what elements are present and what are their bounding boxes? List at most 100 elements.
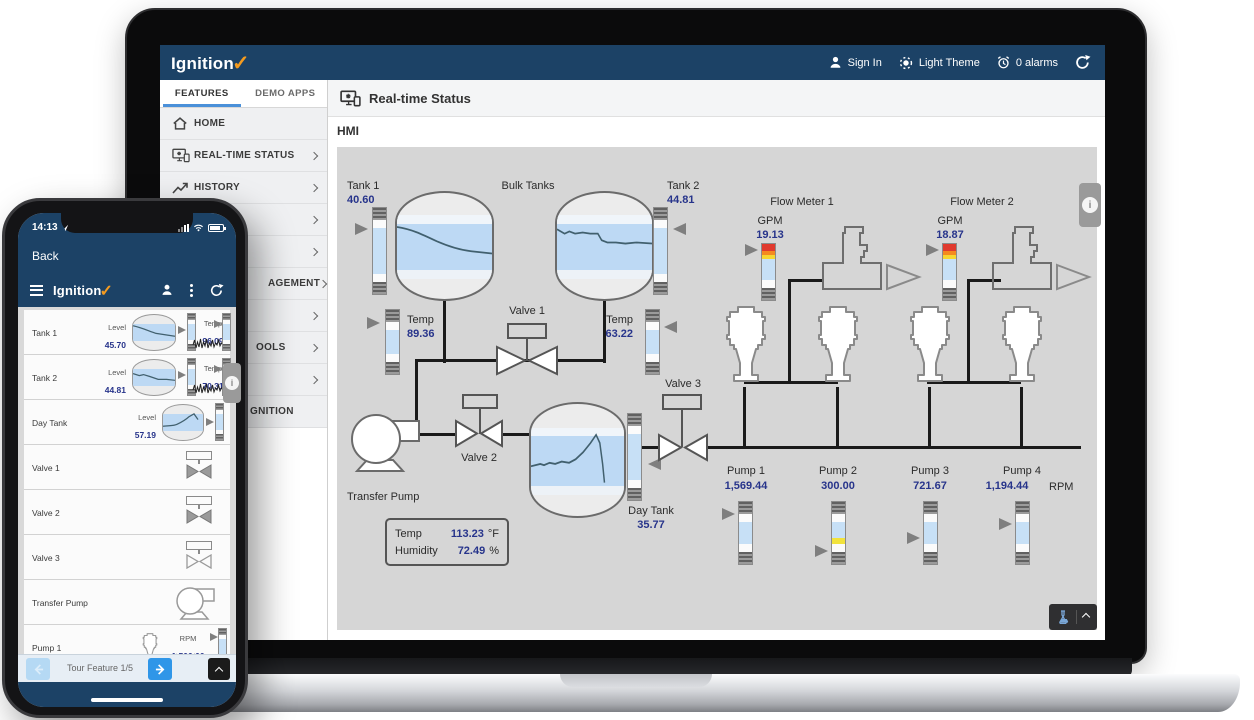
flow-meter2-unit: GPM <box>925 215 975 227</box>
theme-toggle[interactable]: Light Theme <box>898 55 980 71</box>
divider <box>1076 610 1077 624</box>
tour-prev-button[interactable] <box>26 658 50 680</box>
chevron-up-icon <box>1081 613 1089 621</box>
info-tab[interactable]: i <box>1079 183 1101 227</box>
chevron-right-icon <box>310 375 318 383</box>
row-name: Valve 3 <box>32 553 60 563</box>
valve-icon <box>179 541 219 569</box>
flow-meter1-label: Flow Meter 1 <box>757 196 847 208</box>
bottom-toolbar[interactable] <box>1049 604 1097 630</box>
valve3-icon <box>657 433 709 462</box>
stage: Ignition✓ Sign In Light Theme 0 alarms <box>0 0 1254 720</box>
sidebar-item-label: AGEMENT <box>268 278 320 289</box>
pump1-icon <box>718 305 774 389</box>
mini-tank-icon <box>132 314 176 351</box>
page-header: Real-time Status <box>328 80 1105 117</box>
flow-meter1-pointer <box>745 244 758 256</box>
valve1-label: Valve 1 <box>503 305 551 317</box>
tank1-value: 40.60 <box>347 194 375 206</box>
pump1-label: Pump 1 <box>714 465 778 477</box>
tank1-level-gauge <box>372 207 387 295</box>
tab-features[interactable]: FEATURES <box>160 80 244 107</box>
valve2-label: Valve 2 <box>451 452 507 464</box>
pipe <box>1020 387 1023 449</box>
back-button[interactable]: Back <box>32 249 59 263</box>
day-tank-value: 35.77 <box>620 519 682 531</box>
pump4-gauge <box>1015 501 1030 565</box>
temp2-label: Temp <box>577 314 633 326</box>
pipe <box>928 387 931 449</box>
day-tank-trend <box>531 429 624 487</box>
env-temp-value: 113.23 <box>445 526 484 542</box>
flow-meter1-unit: GPM <box>745 215 795 227</box>
chevron-right-icon <box>310 215 318 223</box>
chevron-right-icon <box>310 151 318 159</box>
pipe <box>417 433 457 436</box>
tank1-level-pointer <box>355 223 368 235</box>
temp1-gauge <box>385 309 400 375</box>
pump2-icon <box>810 305 866 389</box>
pump2-pointer <box>815 545 828 557</box>
rpm-label: RPM <box>180 634 197 643</box>
flow-meter2-pointer <box>926 244 939 256</box>
flow-meter1-value: 19.13 <box>741 229 799 241</box>
sign-in-button[interactable]: Sign In <box>828 55 882 70</box>
list-item-valve1: Valve 1 <box>24 445 230 490</box>
pump1-gauge <box>738 501 753 565</box>
mini-tank-icon <box>162 404 204 441</box>
kebab-menu-icon[interactable] <box>190 282 193 299</box>
tour-bar: Tour Feature 1/5 <box>18 654 236 682</box>
pointer-icon <box>178 371 186 379</box>
home-indicator[interactable] <box>91 698 163 702</box>
refresh-icon[interactable] <box>209 283 224 298</box>
day-tank-vessel <box>529 402 626 518</box>
menu-icon[interactable] <box>30 282 43 298</box>
env-hum-value: 72.49 <box>446 542 485 560</box>
sidebar-item-home[interactable]: HOME <box>160 108 327 140</box>
pump3-gauge <box>923 501 938 565</box>
env-hum-label: Humidity <box>395 542 446 560</box>
pump3-value: 721.67 <box>892 480 968 492</box>
tank2-vessel <box>555 191 654 301</box>
monitor-phone-icon <box>172 148 194 163</box>
sidebar-item-real-time-status[interactable]: REAL-TIME STATUS <box>160 140 327 172</box>
hmi-canvas: Bulk Tanks Tank 1 40.60 Tank 2 44.81 Tem… <box>337 147 1097 630</box>
pump3-pointer <box>907 532 920 544</box>
row-name: Pump 1 <box>32 643 61 653</box>
chevron-right-icon <box>310 311 318 319</box>
env-temp-unit: °F <box>488 526 499 542</box>
flow-meter2-label: Flow Meter 2 <box>937 196 1027 208</box>
pipe <box>501 433 531 436</box>
chevron-right-icon <box>319 279 327 287</box>
tank2-trend <box>557 216 652 271</box>
sidebar-item-label: GNITION <box>250 406 294 417</box>
valve-icon <box>179 451 219 479</box>
logo-check-icon: ✓ <box>232 52 250 75</box>
pointer-icon <box>214 320 222 328</box>
sidebar-item-label: OOLS <box>256 342 286 353</box>
refresh-icon[interactable] <box>1074 54 1091 71</box>
pipe <box>788 279 791 384</box>
pump4-value: 1,194.44 <box>969 480 1045 492</box>
env-temp-label: Temp <box>395 526 445 542</box>
pump2-gauge <box>831 501 846 565</box>
pointer-icon <box>214 365 222 373</box>
collapse-button[interactable] <box>208 658 230 680</box>
tour-next-button[interactable] <box>148 658 172 680</box>
status-time: 14:13 <box>32 222 58 233</box>
person-icon[interactable] <box>160 283 174 297</box>
location-icon <box>61 224 69 232</box>
tank1-vessel <box>395 191 494 301</box>
list-item-day-tank: Day Tank Level57.19 <box>24 400 230 445</box>
pump3-label: Pump 3 <box>898 465 962 477</box>
pump2-value: 300.00 <box>800 480 876 492</box>
pump3-icon <box>902 305 958 389</box>
flow-meter2-icon <box>985 223 1097 295</box>
chevron-right-icon <box>310 183 318 191</box>
sun-icon <box>898 55 914 71</box>
tab-demo-apps[interactable]: DEMO APPS <box>244 80 328 107</box>
list-item-transfer-pump: Transfer Pump <box>24 580 230 625</box>
mini-tank-icon <box>132 359 176 396</box>
alarms-button[interactable]: 0 alarms <box>996 55 1058 70</box>
phone-info-tab[interactable]: i <box>223 363 241 403</box>
